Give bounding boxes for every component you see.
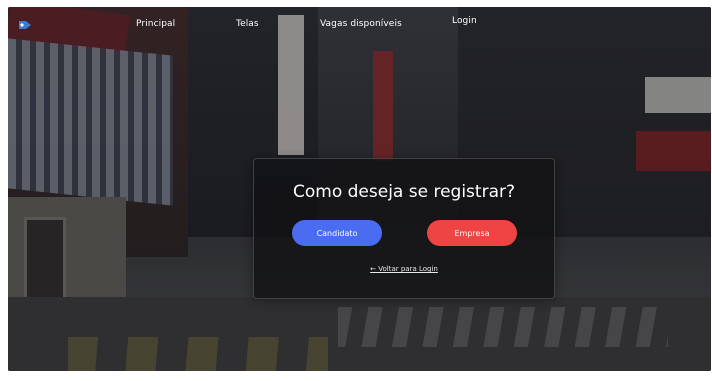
- nav-link-vagas-disponiveis[interactable]: Vagas disponíveis: [320, 19, 402, 29]
- nav-link-principal[interactable]: Principal: [136, 19, 175, 29]
- candidate-button[interactable]: Candidato: [292, 220, 382, 246]
- nav-link-login[interactable]: Login: [452, 16, 477, 26]
- back-to-login-link[interactable]: ← Voltar para Login: [254, 265, 554, 273]
- page-frame: Principal Telas Vagas disponíveis Login …: [8, 7, 711, 371]
- nav-link-telas[interactable]: Telas: [236, 19, 259, 29]
- company-button[interactable]: Empresa: [427, 220, 517, 246]
- register-choice-modal: Como deseja se registrar? Candidato Empr…: [253, 158, 555, 299]
- tag-logo-icon[interactable]: [17, 17, 33, 31]
- modal-title: Como deseja se registrar?: [293, 182, 515, 202]
- top-navigation: Principal Telas Vagas disponíveis Login: [8, 7, 711, 41]
